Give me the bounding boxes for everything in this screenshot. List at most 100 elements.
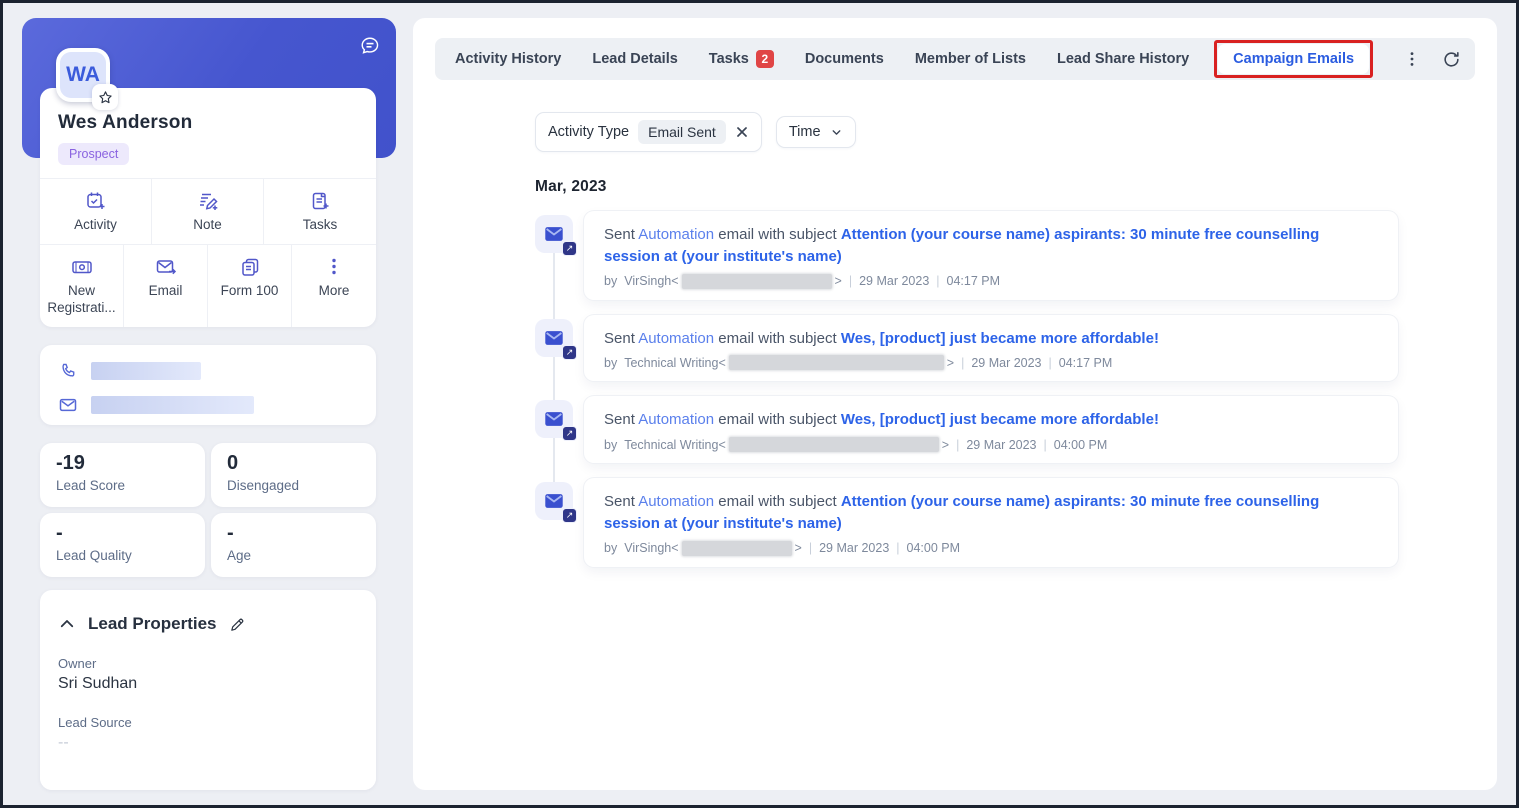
tasks-button[interactable]: Tasks: [264, 179, 376, 244]
metric-label: Disengaged: [227, 478, 300, 493]
annotation-highlight-box: Campaign Emails: [1214, 40, 1374, 78]
main-panel: Activity History Lead Details Tasks 2 Do…: [413, 18, 1497, 790]
activity-calendar-plus-icon: [44, 190, 147, 212]
sender-name: VirSingh<: [624, 541, 679, 555]
email-date: 29 Mar 2023: [859, 274, 930, 288]
email-sent-icon: ↗: [535, 482, 577, 523]
property-label: Lead Source: [58, 715, 132, 730]
tab-activity-history[interactable]: Activity History: [455, 51, 561, 67]
tab-bar: Activity History Lead Details Tasks 2 Do…: [435, 38, 1475, 80]
by-text: by: [604, 274, 618, 288]
automation-link[interactable]: Automation: [638, 330, 714, 347]
action-label: Form 100: [220, 282, 279, 298]
automation-link[interactable]: Automation: [638, 226, 714, 243]
action-label: Activity: [74, 217, 117, 232]
metric-value: -: [227, 522, 234, 544]
sender-close: >: [946, 355, 955, 370]
metric-label: Age: [227, 548, 252, 563]
activity-button[interactable]: Activity: [40, 179, 152, 244]
action-label: Tasks: [302, 217, 338, 232]
scroll-fade-overlay: [40, 744, 376, 790]
email-time: 04:17 PM: [946, 274, 1001, 288]
sent-text: Sent: [604, 411, 635, 429]
email-send-icon: [128, 256, 203, 278]
email-sent-icon: ↗: [535, 400, 577, 442]
chevron-up-icon[interactable]: [58, 615, 76, 633]
sent-arrow-badge: ↗: [562, 344, 577, 360]
new-registration-button[interactable]: New Registrati...: [40, 244, 124, 327]
email-activity-card[interactable]: Sent Automation email with subject Wes, …: [584, 314, 1398, 382]
email-time: 04:00 PM: [1053, 437, 1108, 452]
property-label: Owner: [58, 656, 97, 671]
phone-row[interactable]: [58, 358, 358, 384]
email-subject-link[interactable]: Wes, [product] just became more affordab…: [841, 411, 1159, 428]
time-filter-label: Time: [788, 124, 821, 140]
sender-close: >: [794, 541, 802, 555]
tab-tasks[interactable]: Tasks 2: [709, 50, 774, 68]
sender-name: Technical Writing<: [624, 355, 726, 370]
email-row[interactable]: [58, 392, 358, 418]
phone-icon: [58, 361, 78, 381]
lead-name: Wes Anderson: [58, 112, 193, 133]
lead-profile-card: Wes Anderson Prospect Activity Note Task…: [40, 88, 376, 327]
email-value-redacted: [91, 396, 254, 414]
separator: |: [956, 437, 960, 452]
lead-properties-card: Lead Properties Owner Sri Sudhan Lead So…: [40, 590, 376, 790]
form-100-button[interactable]: Form 100: [208, 244, 292, 327]
tab-lead-share-history[interactable]: Lead Share History: [1057, 51, 1189, 67]
middle-text: email with subject: [718, 411, 837, 429]
chat-bubble-icon[interactable]: [358, 34, 382, 58]
email-activity-card[interactable]: Sent Automation email with subject Wes, …: [584, 396, 1398, 463]
close-icon[interactable]: [735, 125, 749, 139]
filters-row: Activity Type Email Sent Time: [535, 112, 1475, 152]
email-sent-icon: ↗: [535, 318, 577, 360]
star-favorite-icon[interactable]: [92, 84, 118, 110]
sender-close: >: [941, 437, 950, 452]
timeline-entry: ↗ Sent Automation email with subject Att…: [535, 211, 1475, 300]
separator: |: [1048, 355, 1052, 370]
more-button[interactable]: More: [292, 245, 376, 327]
metric-label: Lead Score: [56, 478, 126, 493]
quick-actions-row-2: New Registrati... Email Form 100 More: [40, 243, 376, 327]
forms-copy-icon: [212, 256, 287, 278]
metric-label: Lead Quality: [56, 548, 132, 563]
automation-link[interactable]: Automation: [638, 411, 714, 428]
separator: |: [936, 274, 940, 288]
email-sent-icon: ↗: [535, 215, 577, 256]
middle-text: email with subject: [718, 329, 837, 347]
campaign-emails-content: Activity Type Email Sent Time Mar, 2023 …: [535, 112, 1475, 567]
email-byline: by Technical Writing< > | 29 Mar 2023 | …: [604, 437, 1378, 452]
contact-card: [40, 345, 376, 425]
email-date: 29 Mar 2023: [971, 355, 1042, 370]
refresh-icon[interactable]: [1442, 50, 1461, 69]
separator: |: [1043, 437, 1047, 452]
email-subject-link[interactable]: Wes, [product] just became more affordab…: [841, 330, 1159, 347]
tab-documents[interactable]: Documents: [805, 51, 884, 67]
email-activity-card[interactable]: Sent Automation email with subject Atten…: [584, 478, 1398, 567]
tab-member-of-lists[interactable]: Member of Lists: [915, 51, 1026, 67]
kebab-menu-icon[interactable]: [1404, 51, 1420, 67]
activity-type-filter-chip[interactable]: Activity Type Email Sent: [535, 112, 762, 152]
pencil-edit-icon[interactable]: [229, 616, 246, 633]
email-date: 29 Mar 2023: [819, 541, 890, 555]
tab-campaign-emails[interactable]: Campaign Emails: [1218, 44, 1370, 74]
note-button[interactable]: Note: [152, 179, 264, 244]
lead-properties-header[interactable]: Lead Properties: [58, 614, 358, 634]
email-byline: by VirSingh< > | 29 Mar 2023 | 04:17 PM: [604, 273, 1378, 289]
metric-disengaged: 0 Disengaged: [211, 443, 376, 507]
lead-detail-page: WA Wes Anderson Prospect Activity Note T…: [3, 3, 1516, 805]
tab-lead-details[interactable]: Lead Details: [592, 51, 677, 67]
metric-value: 0: [227, 452, 239, 474]
timeline-entry: ↗ Sent Automation email with subject Wes…: [535, 314, 1475, 382]
automation-link[interactable]: Automation: [638, 493, 714, 510]
timeline-entry: ↗ Sent Automation email with subject Att…: [535, 478, 1475, 567]
quick-actions-row-1: Activity Note Tasks: [40, 178, 376, 244]
tab-tasks-label: Tasks: [708, 51, 749, 67]
email-button[interactable]: Email: [124, 244, 208, 327]
lead-metrics: -19 Lead Score 0 Disengaged - Lead Quali…: [40, 443, 376, 577]
time-filter-chip[interactable]: Time: [775, 116, 856, 148]
metric-value: -: [56, 522, 63, 544]
email-time: 04:17 PM: [1058, 355, 1113, 370]
sent-text: Sent: [604, 226, 635, 243]
email-activity-card[interactable]: Sent Automation email with subject Atten…: [584, 211, 1398, 300]
